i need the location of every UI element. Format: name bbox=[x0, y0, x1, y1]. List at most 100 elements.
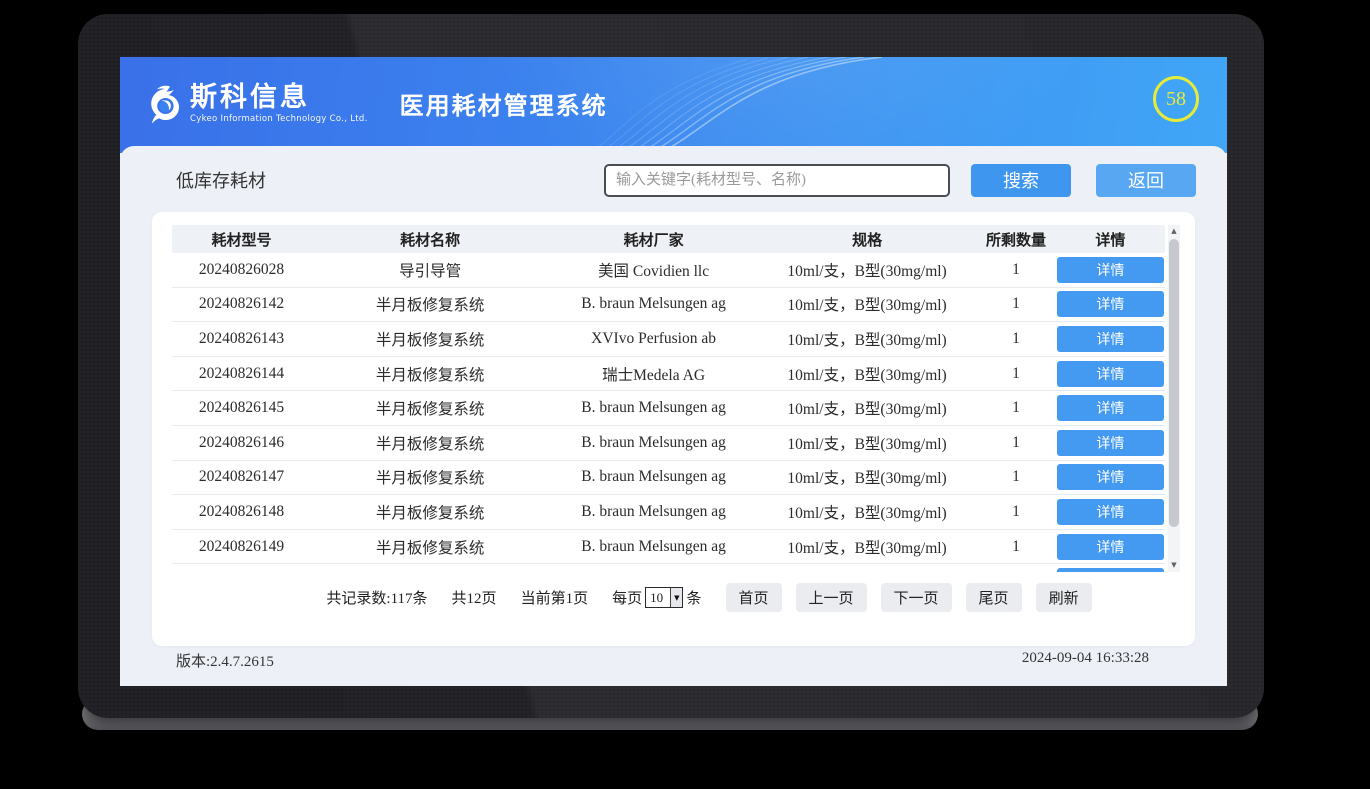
pagination-button[interactable]: 上一页 bbox=[796, 583, 867, 612]
back-button[interactable]: 返回 bbox=[1096, 164, 1196, 197]
cell-vendor: XVIvo Perfusion ab bbox=[549, 330, 758, 348]
table-row: 20240826146 半月板修复系统 B. braun Melsungen a… bbox=[172, 426, 1165, 461]
cell-detail: 详情 bbox=[1056, 291, 1165, 317]
cell-detail: 详情 bbox=[1056, 326, 1165, 352]
cell-qty: 1 bbox=[976, 261, 1055, 279]
current-page-label: 当前第1页 bbox=[521, 587, 589, 608]
cell-spec: 10ml/支，B型(30mg/ml) bbox=[758, 397, 976, 419]
company-name: 斯科信息 bbox=[190, 83, 368, 113]
app-screen: 斯科信息 Cykeo Information Technology Co., L… bbox=[120, 57, 1227, 686]
cell-model: 20240826028 bbox=[172, 261, 311, 279]
per-page-select[interactable]: 10 ▼ bbox=[645, 587, 683, 608]
cell-model: 20240826148 bbox=[172, 503, 311, 521]
cell-name: 半月板修复系统 bbox=[311, 397, 549, 419]
table-row: 详情 bbox=[172, 564, 1165, 572]
cell-qty: 1 bbox=[976, 365, 1055, 383]
cell-model: 20240826149 bbox=[172, 538, 311, 556]
cell-model: 20240826146 bbox=[172, 434, 311, 452]
detail-button[interactable]: 详情 bbox=[1057, 326, 1164, 352]
detail-button[interactable]: 详情 bbox=[1057, 499, 1164, 525]
search-input[interactable] bbox=[604, 164, 950, 197]
per-page-value: 10 bbox=[646, 590, 670, 606]
countdown-badge: 58 bbox=[1153, 76, 1199, 122]
cell-spec: 10ml/支，B型(30mg/ml) bbox=[758, 293, 976, 315]
cell-model: 20240826142 bbox=[172, 295, 311, 313]
cell-detail: 详情 bbox=[1056, 499, 1165, 525]
cell-qty: 1 bbox=[976, 468, 1055, 486]
company-subtitle: Cykeo Information Technology Co., Ltd. bbox=[190, 114, 368, 124]
app-header: 斯科信息 Cykeo Information Technology Co., L… bbox=[120, 57, 1227, 153]
version-label: 版本:2.4.7.2615 bbox=[176, 650, 274, 671]
page-title: 低库存耗材 bbox=[176, 167, 266, 193]
cell-vendor: 美国 Covidien llc bbox=[549, 259, 758, 281]
detail-button[interactable]: 详情 bbox=[1057, 464, 1164, 490]
datetime-label: 2024-09-04 16:33:28 bbox=[1022, 650, 1149, 671]
detail-button[interactable]: 详情 bbox=[1057, 534, 1164, 560]
detail-button[interactable]: 详情 bbox=[1057, 291, 1164, 317]
table: 耗材型号耗材名称耗材厂家规格所剩数量详情 20240826028 导引导管 美国… bbox=[172, 225, 1165, 572]
cell-vendor: B. braun Melsungen ag bbox=[549, 399, 758, 417]
cell-spec: 10ml/支，B型(30mg/ml) bbox=[758, 536, 976, 558]
column-header: 规格 bbox=[758, 229, 976, 250]
table-row: 20240826148 半月板修复系统 B. braun Melsungen a… bbox=[172, 495, 1165, 530]
cell-vendor: B. braun Melsungen ag bbox=[549, 538, 758, 556]
cell-name: 半月板修复系统 bbox=[311, 293, 549, 315]
scrollbar-up-arrow-icon[interactable]: ▲ bbox=[1171, 225, 1176, 238]
cell-name: 半月板修复系统 bbox=[311, 328, 549, 350]
cell-model: 20240826145 bbox=[172, 399, 311, 417]
cell-spec: 10ml/支，B型(30mg/ml) bbox=[758, 363, 976, 385]
cell-detail: 详情 bbox=[1056, 534, 1165, 560]
cell-name: 半月板修复系统 bbox=[311, 466, 549, 488]
toolbar-right: 搜索 返回 bbox=[604, 164, 1196, 197]
detail-button[interactable]: 详情 bbox=[1057, 361, 1164, 387]
cell-qty: 1 bbox=[976, 399, 1055, 417]
cell-model: 20240826144 bbox=[172, 365, 311, 383]
table-header-row: 耗材型号耗材名称耗材厂家规格所剩数量详情 bbox=[172, 225, 1165, 253]
pagination-button[interactable]: 尾页 bbox=[966, 583, 1022, 612]
table-row: 20240826145 半月板修复系统 B. braun Melsungen a… bbox=[172, 391, 1165, 426]
toolbar: 低库存耗材 搜索 返回 bbox=[176, 162, 1196, 198]
cell-name: 导引导管 bbox=[311, 259, 549, 281]
detail-button[interactable]: 详情 bbox=[1057, 395, 1164, 421]
detail-button[interactable]: 详情 bbox=[1057, 257, 1164, 283]
cell-spec: 10ml/支，B型(30mg/ml) bbox=[758, 466, 976, 488]
pagination-button[interactable]: 刷新 bbox=[1036, 583, 1092, 612]
scrollbar-down-arrow-icon[interactable]: ▼ bbox=[1171, 559, 1176, 572]
table-row: 20240826147 半月板修复系统 B. braun Melsungen a… bbox=[172, 461, 1165, 496]
cell-name: 半月板修复系统 bbox=[311, 536, 549, 558]
table-row: 20240826142 半月板修复系统 B. braun Melsungen a… bbox=[172, 288, 1165, 323]
table-viewport: 耗材型号耗材名称耗材厂家规格所剩数量详情 20240826028 导引导管 美国… bbox=[172, 225, 1165, 572]
cell-spec: 10ml/支，B型(30mg/ml) bbox=[758, 432, 976, 454]
per-page-suffix: 条 bbox=[686, 587, 701, 608]
detail-button[interactable]: 详情 bbox=[1057, 430, 1164, 456]
app-title: 医用耗材管理系统 bbox=[400, 86, 608, 121]
per-page-control: 每页 10 ▼ 条 bbox=[612, 587, 701, 608]
per-page-prefix: 每页 bbox=[612, 587, 642, 608]
decorative-wave-lines bbox=[588, 57, 918, 153]
column-header: 详情 bbox=[1056, 229, 1165, 250]
detail-button[interactable]: 详情 bbox=[1057, 568, 1164, 572]
footer: 版本:2.4.7.2615 2024-09-04 16:33:28 bbox=[120, 650, 1227, 686]
table-row: 20240826144 半月板修复系统 瑞士Medela AG 10ml/支，B… bbox=[172, 357, 1165, 392]
pagination-buttons: 首页上一页下一页尾页刷新 bbox=[726, 583, 1092, 612]
table-row: 20240826149 半月板修复系统 B. braun Melsungen a… bbox=[172, 530, 1165, 565]
search-button[interactable]: 搜索 bbox=[971, 164, 1071, 197]
company-logo-icon bbox=[146, 85, 182, 127]
brand-text: 斯科信息 Cykeo Information Technology Co., L… bbox=[190, 83, 368, 124]
table-area: 耗材型号耗材名称耗材厂家规格所剩数量详情 20240826028 导引导管 美国… bbox=[172, 225, 1180, 572]
pagination-button[interactable]: 首页 bbox=[726, 583, 782, 612]
cell-name: 半月板修复系统 bbox=[311, 432, 549, 454]
cell-qty: 1 bbox=[976, 295, 1055, 313]
cell-qty: 1 bbox=[976, 330, 1055, 348]
tablet-device-frame: 斯科信息 Cykeo Information Technology Co., L… bbox=[78, 14, 1264, 718]
select-dropdown-arrow-icon[interactable]: ▼ bbox=[670, 588, 682, 607]
cell-detail: 详情 bbox=[1056, 361, 1165, 387]
pagination-button[interactable]: 下一页 bbox=[881, 583, 952, 612]
cell-vendor: 瑞士Medela AG bbox=[549, 363, 758, 385]
total-pages-label: 共12页 bbox=[452, 587, 497, 608]
table-scrollbar[interactable]: ▲ ▼ bbox=[1168, 225, 1180, 572]
brand: 斯科信息 Cykeo Information Technology Co., L… bbox=[146, 83, 368, 127]
cell-detail: 详情 bbox=[1056, 464, 1165, 490]
scrollbar-thumb[interactable] bbox=[1169, 239, 1179, 527]
table-row: 20240826143 半月板修复系统 XVIvo Perfusion ab 1… bbox=[172, 322, 1165, 357]
